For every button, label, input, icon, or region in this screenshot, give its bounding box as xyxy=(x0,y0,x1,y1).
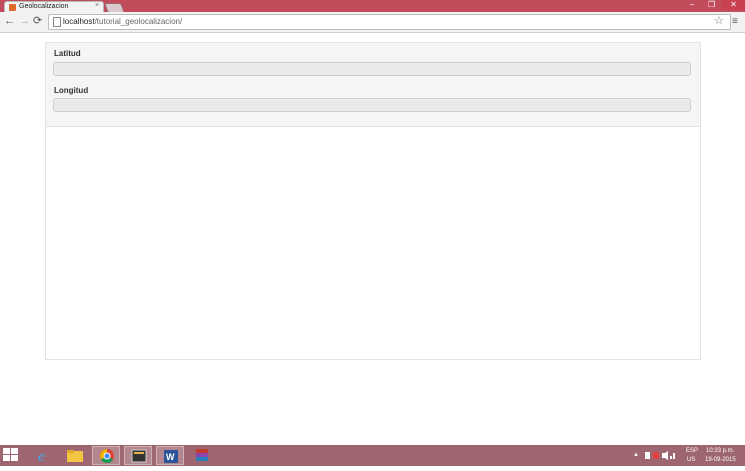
clock-date[interactable]: 19-09-2015 xyxy=(705,456,736,464)
browser-toolbar: ← → ⟳ localhost/tutorial_geolocalizacion… xyxy=(0,12,745,33)
map-canvas[interactable] xyxy=(46,127,700,359)
clock-time[interactable]: 10:33 p.m. xyxy=(706,447,734,455)
back-icon[interactable]: ← xyxy=(4,15,15,27)
bookmark-star-icon[interactable]: ☆ xyxy=(714,15,724,27)
tray-icons[interactable] xyxy=(644,450,678,461)
input-language[interactable]: ESP xyxy=(686,447,698,455)
forward-icon[interactable]: → xyxy=(19,15,30,27)
svg-text:e: e xyxy=(38,449,45,465)
minimize-icon[interactable]: – xyxy=(690,0,694,10)
reload-icon[interactable]: ⟳ xyxy=(33,15,42,27)
tab-title: Geolocalizacion xyxy=(19,3,69,10)
coordinates-form: Latitud Longitud xyxy=(46,43,700,127)
menu-icon[interactable]: ≡ xyxy=(732,16,738,27)
word-icon[interactable]: W xyxy=(156,446,184,465)
windows-start-icon[interactable] xyxy=(3,448,19,463)
longitude-input[interactable] xyxy=(53,98,691,112)
latitude-label: Latitud xyxy=(54,49,81,58)
map-panel: Latitud Longitud xyxy=(45,42,701,360)
longitude-label: Longitud xyxy=(54,86,89,95)
window-titlebar: Geolocalizacion × – ❐ ✕ xyxy=(0,0,745,13)
file-explorer-icon[interactable] xyxy=(61,446,89,465)
close-window-icon[interactable]: ✕ xyxy=(722,0,745,10)
winrar-icon[interactable] xyxy=(188,446,216,465)
address-bar[interactable]: localhost/tutorial_geolocalizacion/ xyxy=(48,14,731,30)
page-icon xyxy=(53,17,61,27)
latitude-input[interactable] xyxy=(53,62,691,76)
tab-close-icon[interactable]: × xyxy=(95,2,99,9)
svg-text:W: W xyxy=(166,452,175,462)
maximize-icon[interactable]: ❐ xyxy=(708,0,715,10)
favicon-icon xyxy=(9,4,16,11)
tray-expand-icon[interactable]: ▲ xyxy=(633,451,639,459)
windows-taskbar: e W ▲ ESP US 10:33 p.m. 19-09-2015 xyxy=(0,445,745,466)
input-region[interactable]: US xyxy=(687,456,695,464)
chrome-icon[interactable] xyxy=(92,446,120,465)
terminal-icon[interactable] xyxy=(124,446,152,465)
url-text: localhost/tutorial_geolocalizacion/ xyxy=(63,17,183,26)
internet-explorer-icon[interactable]: e xyxy=(30,446,58,465)
